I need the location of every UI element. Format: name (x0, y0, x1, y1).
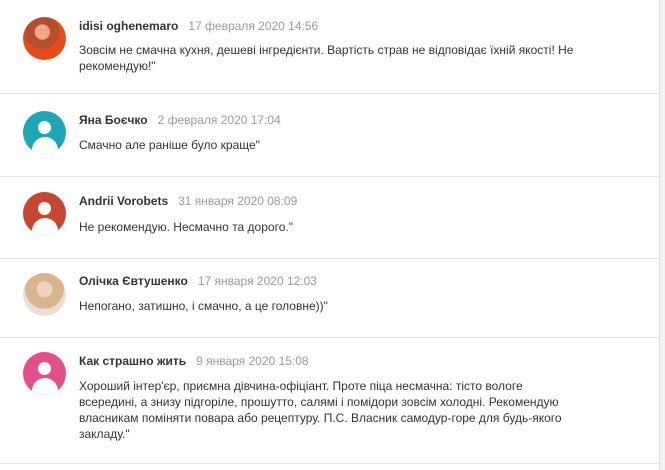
review-meta: Олічка Євтушенко 17 января 2020 12:03 (79, 274, 317, 288)
review-text: Не рекомендую. Несмачно та дорого." (79, 220, 293, 234)
scrollbar[interactable] (659, 0, 665, 470)
review-meta: Andrii Vorobets 31 января 2020 08:09 (79, 194, 297, 208)
review-item: Andrii Vorobets 31 января 2020 08:09 Не р… (0, 177, 660, 259)
review-text: Непогано, затишно, і смачно, а це головн… (79, 299, 328, 313)
avatar[interactable] (23, 17, 66, 60)
review-item: idisi oghenemaro 17 февраля 2020 14:56 Зо… (0, 0, 660, 94)
review-author[interactable]: idisi oghenemaro (79, 19, 178, 33)
review-date: 17 января 2020 12:03 (197, 274, 317, 288)
review-date: 17 февраля 2020 14:56 (188, 19, 319, 33)
avatar-person-icon (38, 362, 51, 375)
avatar-person-icon (38, 121, 51, 134)
avatar-person-icon (38, 202, 51, 215)
review-author[interactable]: Как страшно жить (79, 354, 186, 368)
reviews-list: idisi oghenemaro 17 февраля 2020 14:56 Зо… (0, 0, 660, 464)
avatar[interactable] (23, 352, 66, 395)
avatar[interactable] (23, 192, 66, 235)
review-text: Хороший інтер'єр, приємна дівчина-офіціа… (79, 379, 562, 441)
review-text: Смачно але раніше було краще" (79, 138, 260, 152)
review-author[interactable]: Яна Боєчко (79, 113, 148, 127)
review-meta: Яна Боєчко 2 февраля 2020 17:04 (79, 113, 281, 127)
review-item: Яна Боєчко 2 февраля 2020 17:04 Смачно ал… (0, 94, 660, 177)
review-date: 31 января 2020 08:09 (178, 194, 298, 208)
review-date: 2 февраля 2020 17:04 (157, 113, 281, 127)
review-meta: Как страшно жить 9 января 2020 15:08 (79, 354, 309, 368)
review-date: 9 января 2020 15:08 (196, 354, 309, 368)
review-item: Как страшно жить 9 января 2020 15:08 Хоро… (0, 338, 660, 464)
review-item: Олічка Євтушенко 17 января 2020 12:03 Неп… (0, 259, 660, 338)
avatar[interactable] (23, 273, 66, 316)
review-author[interactable]: Andrii Vorobets (79, 194, 168, 208)
avatar[interactable] (23, 111, 66, 154)
review-text: Зовсім не смачна кухня, дешеві інгредієн… (79, 43, 574, 73)
review-author[interactable]: Олічка Євтушенко (79, 274, 188, 288)
review-meta: idisi oghenemaro 17 февраля 2020 14:56 (79, 19, 318, 33)
